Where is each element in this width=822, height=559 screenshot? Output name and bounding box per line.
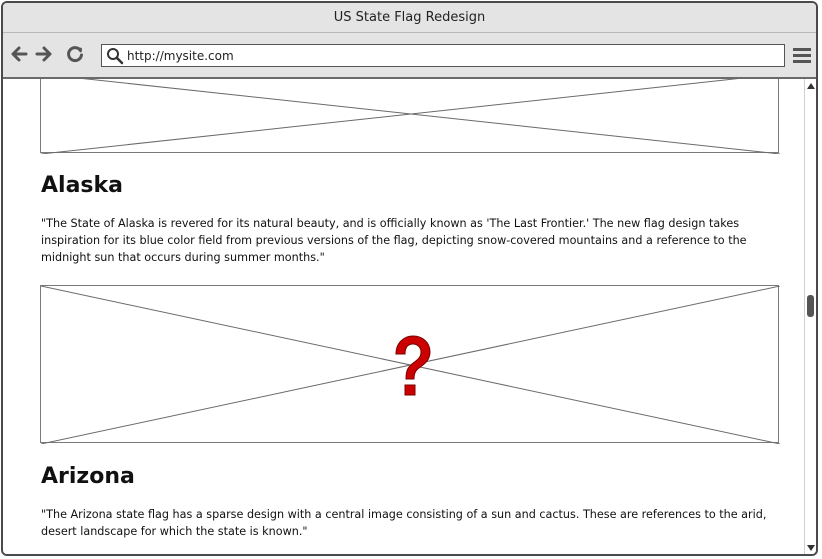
back-button[interactable]: [9, 43, 29, 65]
image-placeholder-missing: [40, 285, 780, 444]
browser-toolbar: [3, 33, 816, 79]
url-input[interactable]: [127, 46, 767, 65]
question-mark-icon: [395, 335, 431, 396]
section-title: Arizona: [41, 464, 135, 489]
reload-button[interactable]: [65, 43, 85, 65]
scroll-up-arrow-icon[interactable]: [807, 82, 815, 90]
scrollbar-thumb[interactable]: [807, 295, 814, 317]
page-content: Alaska "The State of Alaska is revered f…: [3, 79, 804, 554]
image-placeholder: [40, 79, 780, 154]
address-bar[interactable]: [101, 44, 785, 67]
forward-button[interactable]: [34, 43, 54, 65]
search-icon: [107, 48, 124, 65]
section-title: Alaska: [41, 173, 123, 198]
vertical-scrollbar[interactable]: [804, 79, 816, 554]
arrow-right-icon: [35, 46, 52, 62]
section-description: "The Arizona state flag has a sparse des…: [41, 508, 767, 538]
section-description: "The State of Alaska is revered for its …: [41, 217, 747, 264]
hamburger-menu-icon[interactable]: [792, 45, 812, 65]
browser-window: US State Flag Redesign http://mysite.com…: [1, 1, 818, 556]
reload-icon: [67, 46, 83, 63]
arrow-left-icon: [11, 46, 28, 62]
window-title: US State Flag Redesign: [3, 3, 816, 33]
scroll-down-arrow-icon[interactable]: [807, 544, 815, 552]
